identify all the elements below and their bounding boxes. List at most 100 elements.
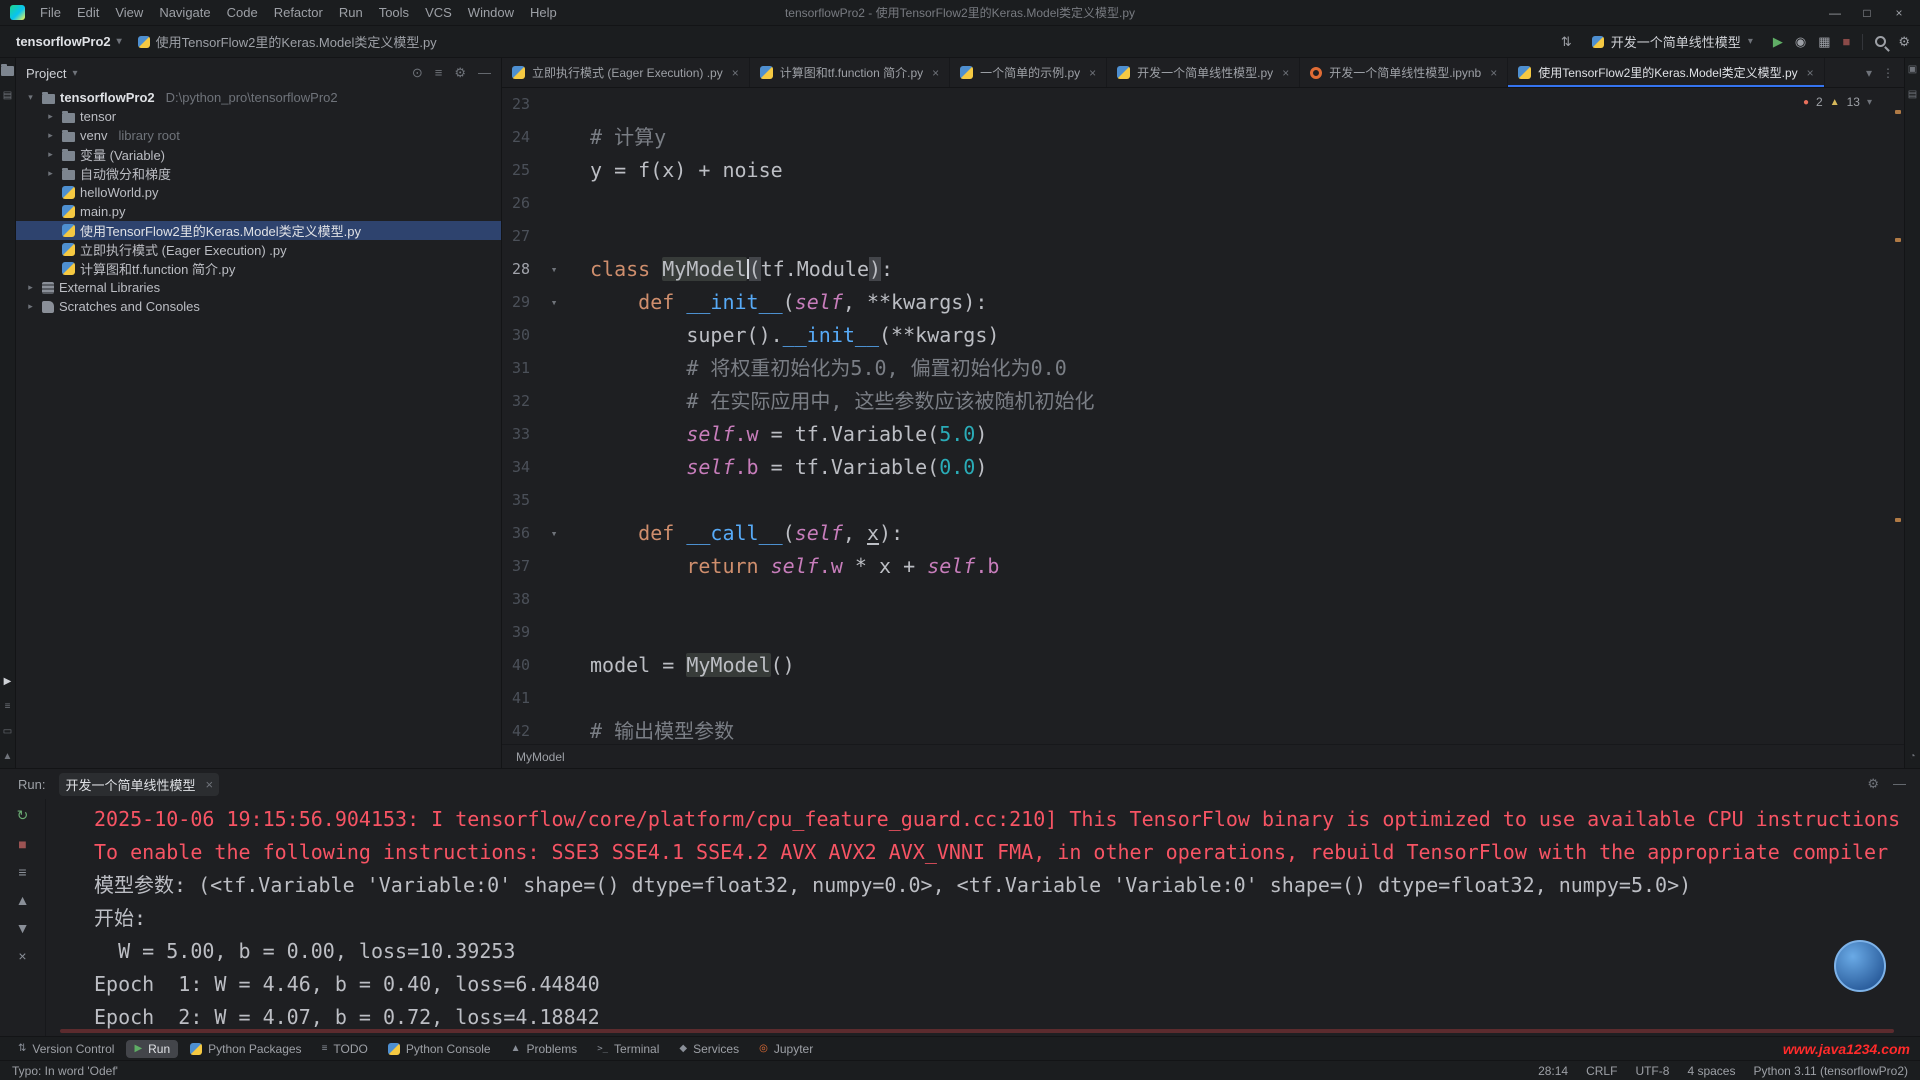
toolwindow-jupyter[interactable]: ◎Jupyter: [751, 1040, 821, 1058]
close-tab-icon[interactable]: ×: [932, 66, 939, 80]
code-line[interactable]: 42# 输出模型参数: [502, 715, 1904, 744]
chevron-icon[interactable]: ▸: [24, 301, 37, 312]
debug-button[interactable]: ◉: [1795, 34, 1806, 50]
chevron-icon[interactable]: ▾: [24, 92, 37, 103]
code-line[interactable]: 27: [502, 220, 1904, 253]
code-editor[interactable]: 2324# 计算y25y = f(x) + noise262728▾class …: [502, 88, 1904, 744]
console-line[interactable]: 模型参数: (<tf.Variable 'Variable:0' shape=(…: [94, 869, 1920, 902]
toolwindow-services[interactable]: ◆Services: [671, 1040, 747, 1058]
editor-scrollbar[interactable]: [1892, 88, 1904, 744]
console-output[interactable]: 2025-10-06 19:15:56.904153: I tensorflow…: [46, 799, 1920, 1036]
locate-file-icon[interactable]: ⊙: [412, 65, 423, 81]
toolwindow-terminal[interactable]: >_Terminal: [589, 1040, 667, 1058]
minimize-button[interactable]: —: [1820, 6, 1850, 20]
tree-item[interactable]: ▾tensorflowPro2D:\python_pro\tensorflowP…: [16, 88, 501, 107]
menu-code[interactable]: Code: [220, 3, 265, 22]
chevron-icon[interactable]: ▸: [44, 111, 57, 122]
console-line[interactable]: Epoch 1: W = 4.46, b = 0.40, loss=6.4484…: [94, 968, 1920, 1001]
editor-tab[interactable]: 计算图和tf.function 简介.py×: [750, 58, 950, 87]
console-line[interactable]: W = 5.00, b = 0.00, loss=10.39253: [94, 935, 1920, 968]
project-tool-icon[interactable]: [1, 66, 14, 76]
close-tab-icon[interactable]: ×: [732, 66, 739, 80]
editor-tab[interactable]: 使用TensorFlow2里的Keras.Model类定义模型.py×: [1508, 58, 1824, 87]
database-tool-icon[interactable]: ▤: [1908, 89, 1917, 100]
structure-tool-icon[interactable]: ▤: [3, 90, 12, 101]
code-line[interactable]: 41: [502, 682, 1904, 715]
code-line[interactable]: 31 # 将权重初始化为5.0, 偏置初始化为0.0: [502, 352, 1904, 385]
code-line[interactable]: 33 self.w = tf.Variable(5.0): [502, 418, 1904, 451]
stop-button[interactable]: ■: [1842, 34, 1850, 49]
tree-item[interactable]: ▸变量 (Variable): [16, 145, 501, 164]
editor-tab[interactable]: 开发一个简单线性模型.ipynb×: [1300, 58, 1508, 87]
fold-icon[interactable]: ▾: [544, 253, 564, 286]
fold-icon[interactable]: ▾: [544, 517, 564, 550]
menu-vcs[interactable]: VCS: [418, 3, 459, 22]
scroll-up-icon[interactable]: ▲: [16, 892, 30, 908]
code-line[interactable]: 39: [502, 616, 1904, 649]
tree-item[interactable]: ▸External Libraries: [16, 278, 501, 297]
status-item[interactable]: 4 spaces: [1687, 1064, 1735, 1078]
project-selector[interactable]: tensorflowPro2 ▾: [10, 31, 128, 52]
stop-icon[interactable]: ■: [18, 836, 26, 852]
sciview-tool-icon[interactable]: ▣: [1908, 64, 1917, 75]
close-tab-icon[interactable]: ×: [1807, 66, 1814, 80]
file-breadcrumb[interactable]: 使用TensorFlow2里的Keras.Model类定义模型.py: [138, 32, 437, 51]
code-line[interactable]: 26: [502, 187, 1904, 220]
status-item[interactable]: CRLF: [1586, 1064, 1617, 1078]
run-settings-gear-icon[interactable]: ⚙: [1867, 776, 1879, 792]
tree-item[interactable]: ▸Scratches and Consoles: [16, 297, 501, 316]
editor-tab[interactable]: 立即执行模式 (Eager Execution) .py×: [502, 58, 750, 87]
menu-help[interactable]: Help: [523, 3, 564, 22]
code-line[interactable]: 40model = MyModel(): [502, 649, 1904, 682]
notifications-bell-icon[interactable]: ◔: [1909, 751, 1915, 762]
code-line[interactable]: 24# 计算y: [502, 121, 1904, 154]
chevron-icon[interactable]: ▸: [44, 168, 57, 179]
vcs-update-icon[interactable]: ⇅: [1561, 34, 1572, 50]
tree-item[interactable]: ▸tensor: [16, 107, 501, 126]
tab-options-icon[interactable]: ⋮: [1882, 66, 1894, 80]
tab-list-icon[interactable]: ▾: [1866, 66, 1872, 80]
editor-tab[interactable]: 一个简单的示例.py×: [950, 58, 1107, 87]
menu-tools[interactable]: Tools: [372, 3, 416, 22]
fold-icon[interactable]: ▾: [544, 286, 564, 319]
code-line[interactable]: 34 self.b = tf.Variable(0.0): [502, 451, 1904, 484]
rerun-icon[interactable]: ↻: [17, 807, 29, 824]
code-line[interactable]: 28▾class MyModel(tf.Module):: [502, 253, 1904, 286]
code-line[interactable]: 35: [502, 484, 1904, 517]
toolwindow-python-console[interactable]: Python Console: [380, 1040, 499, 1058]
scroll-down-icon[interactable]: ▼: [16, 920, 30, 936]
panel-settings-icon[interactable]: ⚙: [454, 65, 466, 81]
todo-tool-icon[interactable]: ≡: [5, 701, 11, 712]
console-line[interactable]: 开始:: [94, 902, 1920, 935]
breadcrumb-bar[interactable]: MyModel: [502, 744, 1904, 768]
close-tab-icon[interactable]: ×: [1490, 66, 1497, 80]
chevron-icon[interactable]: ▸: [24, 282, 37, 293]
close-tab-icon[interactable]: ×: [1282, 66, 1289, 80]
collapse-all-icon[interactable]: ≡: [435, 65, 443, 81]
clear-console-icon[interactable]: ×: [18, 948, 26, 964]
status-message[interactable]: Typo: In word 'Odef': [12, 1064, 118, 1078]
inspections-widget[interactable]: ● 2 ▲ 13 ▾: [1797, 93, 1878, 111]
tree-item[interactable]: 计算图和tf.function 简介.py: [16, 259, 501, 278]
toolwindow-run[interactable]: ▶Run: [126, 1040, 178, 1058]
hide-panel-icon[interactable]: —: [1893, 776, 1906, 792]
code-line[interactable]: 23: [502, 88, 1904, 121]
tree-item[interactable]: ▸自动微分和梯度: [16, 164, 501, 183]
menu-navigate[interactable]: Navigate: [152, 3, 217, 22]
menu-window[interactable]: Window: [461, 3, 521, 22]
tree-item[interactable]: 立即执行模式 (Eager Execution) .py: [16, 240, 501, 259]
console-hscrollbar[interactable]: [60, 1029, 1894, 1033]
search-icon[interactable]: [1875, 36, 1886, 47]
toolwindow-problems[interactable]: ▲Problems: [503, 1040, 586, 1058]
code-line[interactable]: 30 super().__init__(**kwargs): [502, 319, 1904, 352]
run-tool-icon[interactable]: ▶: [4, 676, 12, 687]
tree-item[interactable]: 使用TensorFlow2里的Keras.Model类定义模型.py: [16, 221, 501, 240]
console-line[interactable]: To enable the following instructions: SS…: [94, 836, 1920, 869]
menu-view[interactable]: View: [108, 3, 150, 22]
menu-run[interactable]: Run: [332, 3, 370, 22]
tree-item[interactable]: main.py: [16, 202, 501, 221]
breadcrumb-item[interactable]: MyModel: [516, 750, 565, 764]
run-tab[interactable]: 开发一个简单线性模型 ×: [59, 773, 219, 796]
menu-refactor[interactable]: Refactor: [267, 3, 330, 22]
status-item[interactable]: UTF-8: [1635, 1064, 1669, 1078]
